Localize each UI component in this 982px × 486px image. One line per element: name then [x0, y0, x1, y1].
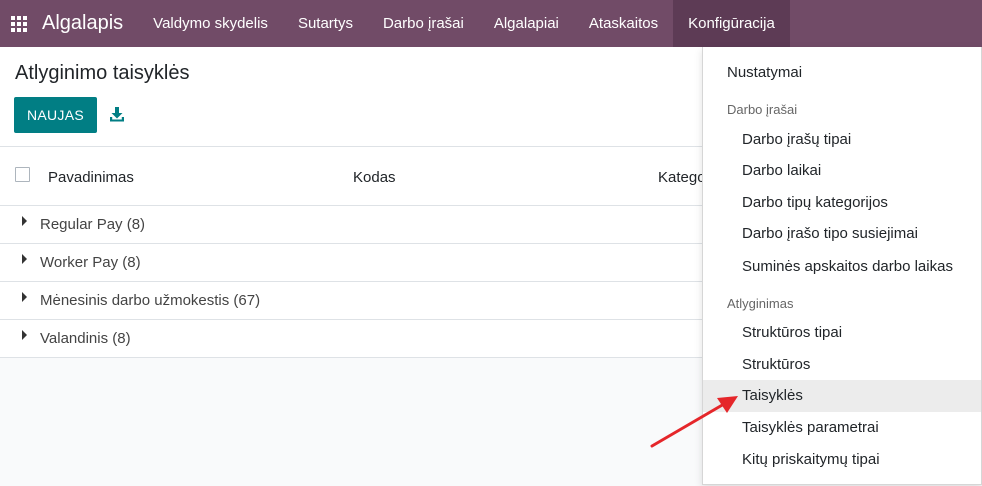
nav-work-entries[interactable]: Darbo įrašai — [368, 0, 479, 47]
menu-item-work-entry-type-mappings[interactable]: Darbo įrašo tipo susiejimai — [703, 218, 981, 250]
menu-section-salary: Atlyginimas — [727, 296, 794, 311]
group-label: Valandinis (8) — [40, 330, 131, 347]
select-all-checkbox[interactable] — [15, 167, 30, 182]
menu-item-work-entry-types[interactable]: Darbo įrašų tipai — [703, 124, 981, 156]
caret-right-icon — [22, 254, 27, 264]
app-brand[interactable]: Algalapis — [42, 12, 123, 35]
nav-configuration[interactable]: Konfigūracija — [673, 0, 790, 47]
download-icon[interactable] — [109, 106, 125, 122]
page-title: Atlyginimo taisyklės — [15, 62, 190, 84]
menu-item-work-type-categories[interactable]: Darbo tipų kategorijos — [703, 187, 981, 219]
menu-item-structures[interactable]: Struktūros — [703, 349, 981, 381]
menu-section-work-entries: Darbo įrašai — [727, 102, 798, 117]
column-header-category[interactable]: Katego — [658, 169, 706, 186]
nav-reports[interactable]: Ataskaitos — [574, 0, 673, 47]
new-button[interactable]: NAUJAS — [14, 97, 97, 133]
menu-item-structure-types[interactable]: Struktūros tipai — [703, 317, 981, 349]
menu-item-settings[interactable]: Nustatymai — [703, 57, 981, 89]
group-label: Mėnesinis darbo užmokestis (67) — [40, 292, 261, 309]
nav-payslips[interactable]: Algalapiai — [479, 0, 574, 47]
menu-item-working-times[interactable]: Darbo laikai — [703, 155, 981, 187]
configuration-dropdown: Nustatymai Darbo įrašai Darbo įrašų tipa… — [702, 47, 982, 485]
column-header-code[interactable]: Kodas — [353, 169, 396, 186]
apps-grid-icon[interactable] — [11, 15, 27, 32]
menu-item-summarized-working-time[interactable]: Suminės apskaitos darbo laikas — [703, 251, 981, 283]
top-navbar: Algalapis Valdymo skydelis Sutartys Darb… — [0, 0, 982, 47]
group-label: Worker Pay (8) — [40, 254, 141, 271]
menu-item-rules[interactable]: Taisyklės — [703, 380, 981, 412]
caret-right-icon — [22, 292, 27, 302]
caret-right-icon — [22, 330, 27, 340]
column-header-name[interactable]: Pavadinimas — [48, 169, 134, 186]
menu-item-rule-parameters[interactable]: Taisyklės parametrai — [703, 412, 981, 444]
nav-dashboard[interactable]: Valdymo skydelis — [138, 0, 283, 47]
group-label: Regular Pay (8) — [40, 216, 146, 233]
menu-item-other-input-types[interactable]: Kitų priskaitymų tipai — [703, 444, 981, 476]
caret-right-icon — [22, 216, 27, 226]
nav-contracts[interactable]: Sutartys — [283, 0, 368, 47]
